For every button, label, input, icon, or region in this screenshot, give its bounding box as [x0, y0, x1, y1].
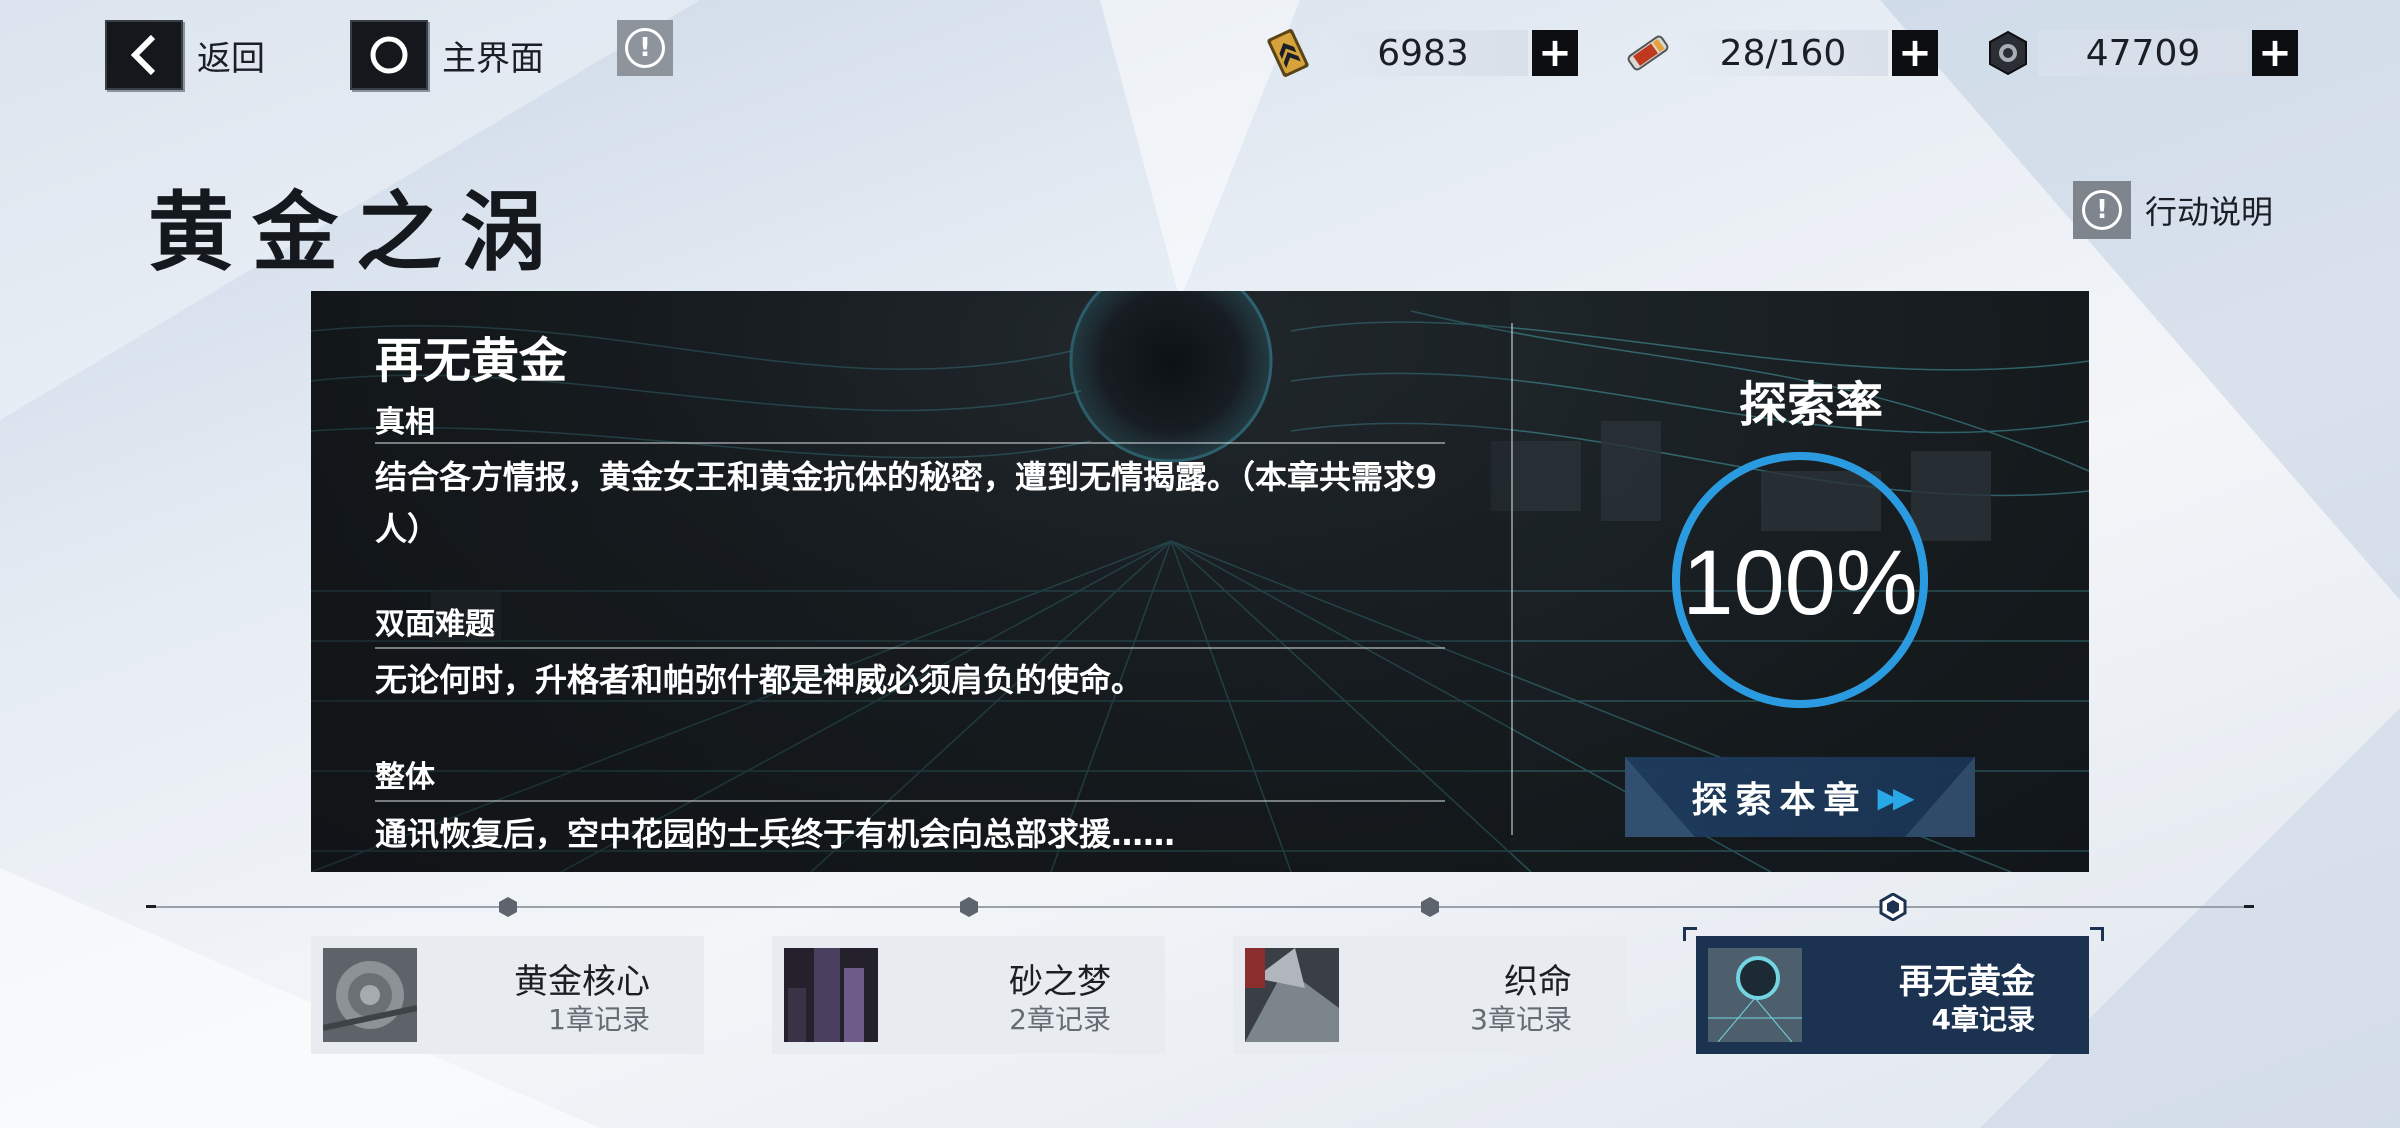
timeline-node	[499, 897, 517, 917]
section-heading: 双面难题	[375, 607, 495, 642]
home-button[interactable]: 主界面	[350, 20, 544, 90]
gear-nut-icon	[1978, 26, 2038, 80]
chapter-name: 砂之梦	[1009, 962, 1111, 1002]
chapter-card-active[interactable]: 再无黄金 4章记录	[1696, 936, 2089, 1054]
page-title: 黄金之涡	[148, 182, 564, 283]
timeline-node	[960, 897, 978, 917]
exclamation-icon: !	[2073, 181, 2131, 239]
chapter-title: 再无黄金	[375, 333, 568, 389]
chapter-name: 黄金核心	[514, 962, 650, 1002]
chevron-left-icon	[105, 20, 183, 90]
exclamation-icon: !	[625, 28, 665, 68]
chapter-card[interactable]: 黄金核心 1章记录	[311, 936, 704, 1054]
chapter-name: 织命	[1504, 962, 1572, 1002]
info-button[interactable]: !	[617, 20, 673, 76]
section-text: 通讯恢复后，空中花园的士兵终于有机会向总部求援……	[375, 815, 1176, 853]
timeline-node	[1421, 897, 1439, 917]
chapter-card[interactable]: 砂之梦 2章记录	[772, 936, 1165, 1054]
exploration-rate-label: 探索率	[1738, 377, 1883, 433]
action-help-button[interactable]: ! 行动说明	[2073, 181, 2273, 239]
add-nut-button[interactable]: +	[2252, 30, 2298, 76]
resource-gold-value: 6983	[1318, 30, 1528, 76]
gold-card-icon	[1258, 26, 1318, 80]
chapter-records: 1章记录	[548, 1003, 650, 1036]
resource-nut: 47709 +	[1978, 26, 2298, 80]
chapter-timeline	[148, 906, 2252, 908]
add-energy-button[interactable]: +	[1892, 30, 1938, 76]
energy-tube-icon	[1618, 26, 1678, 80]
chapter-records: 2章记录	[1009, 1003, 1111, 1036]
section-heading: 整体	[375, 760, 435, 795]
explore-chapter-label: 探索本章	[1691, 780, 1868, 821]
chapter-thumbnail	[1708, 948, 1802, 1042]
double-arrow-icon: ▶▶	[1877, 780, 1914, 814]
chapter-records: 3章记录	[1470, 1003, 1572, 1036]
section-divider	[375, 800, 1445, 802]
chapter-thumbnail	[784, 948, 878, 1042]
chapter-detail-panel: 再无黄金 真相 结合各方情报，黄金女王和黄金抗体的秘密，遭到无情揭露。（本章共需…	[311, 291, 2089, 872]
chapter-records: 4章记录	[1931, 1003, 2035, 1036]
chapter-thumbnail	[1245, 948, 1339, 1042]
action-help-label: 行动说明	[2145, 193, 2274, 231]
resource-energy-value: 28/160	[1678, 30, 1888, 76]
timeline-cap	[146, 905, 156, 908]
chapter-card[interactable]: 织命 3章记录	[1233, 936, 1626, 1054]
selection-bracket	[2090, 927, 2104, 941]
timeline-node-active	[1879, 893, 1907, 921]
section-divider	[375, 647, 1445, 649]
panel-divider	[1511, 323, 1513, 835]
resource-energy: 28/160 +	[1618, 26, 1938, 80]
section-divider	[375, 442, 1445, 444]
resource-gold: 6983 +	[1258, 26, 1578, 80]
section-text: 结合各方情报，黄金女王和黄金抗体的秘密，遭到无情揭露。（本章共需求9人）	[375, 458, 1438, 548]
add-gold-button[interactable]: +	[1532, 30, 1578, 76]
back-label: 返回	[197, 38, 265, 79]
selection-bracket	[1683, 927, 1697, 941]
timeline-cap	[2244, 905, 2254, 908]
exploration-rate-value: 100%	[1682, 532, 1918, 634]
home-label: 主界面	[442, 38, 544, 79]
section-heading: 真相	[375, 405, 435, 440]
section-text: 无论何时，升格者和帕弥什都是神威必须肩负的使命。	[375, 661, 1144, 699]
resource-nut-value: 47709	[2038, 30, 2248, 76]
back-button[interactable]: 返回	[105, 20, 265, 90]
chapter-thumbnail	[323, 948, 417, 1042]
chapter-name: 再无黄金	[1899, 962, 2035, 1002]
circle-home-icon	[350, 20, 428, 90]
explore-chapter-button[interactable]: 探索本章 ▶▶	[1625, 757, 1975, 837]
